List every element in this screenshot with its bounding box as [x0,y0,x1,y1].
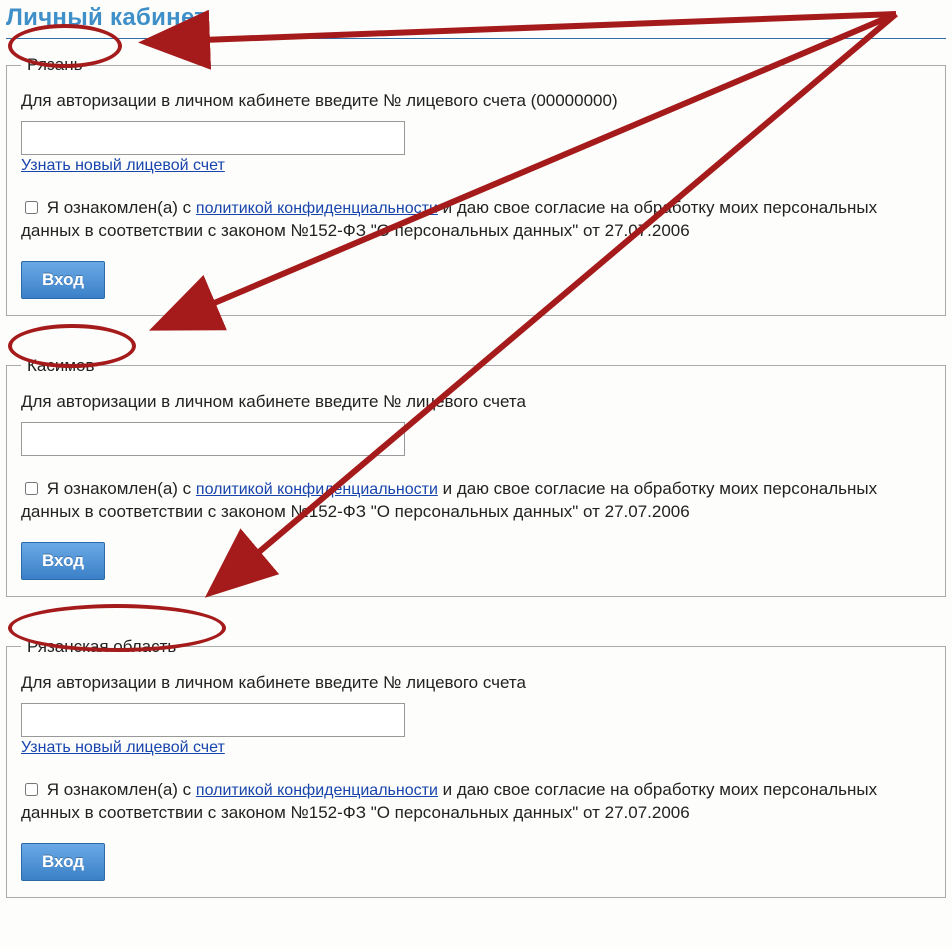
privacy-policy-link[interactable]: политикой конфиденциальности [196,200,438,217]
panel-instruction: Для авторизации в личном кабинете введит… [21,673,931,693]
consent-text-prefix: Я ознакомлен(а) с [47,198,196,217]
panel-legend: Рязанская область [21,637,182,657]
panel-instruction: Для авторизации в личном кабинете введит… [21,392,931,412]
page-title: Личный кабинет [6,4,946,32]
consent-text-prefix: Я ознакомлен(а) с [47,780,196,799]
find-account-link[interactable]: Узнать новый лицевой счет [21,157,225,174]
privacy-policy-link[interactable]: политикой конфиденциальности [196,782,438,799]
panel-legend: Касимов [21,356,101,376]
find-account-link[interactable]: Узнать новый лицевой счет [21,739,225,756]
account-input[interactable] [21,422,405,456]
page-root: Личный кабинет Рязань Для авторизации в … [0,0,952,948]
consent-text-prefix: Я ознакомлен(а) с [47,479,196,498]
consent-checkbox[interactable] [25,201,38,214]
consent-block: Я ознакомлен(а) с политикой конфиденциал… [21,779,931,825]
privacy-policy-link[interactable]: политикой конфиденциальности [196,481,438,498]
login-button[interactable]: Вход [21,542,105,580]
panel-legend: Рязань [21,55,88,75]
login-panel-ryaz-oblast: Рязанская область Для авторизации в личн… [6,637,946,898]
title-bar: Личный кабинет [6,4,946,39]
panel-instruction: Для авторизации в личном кабинете введит… [21,91,931,111]
login-button[interactable]: Вход [21,843,105,881]
account-input[interactable] [21,703,405,737]
login-button[interactable]: Вход [21,261,105,299]
account-input[interactable] [21,121,405,155]
consent-checkbox[interactable] [25,783,38,796]
consent-block: Я ознакомлен(а) с политикой конфиденциал… [21,478,931,524]
consent-checkbox[interactable] [25,482,38,495]
login-panel-kasimov: Касимов Для авторизации в личном кабинет… [6,356,946,597]
consent-block: Я ознакомлен(а) с политикой конфиденциал… [21,197,931,243]
login-panel-ryazan: Рязань Для авторизации в личном кабинете… [6,55,946,316]
